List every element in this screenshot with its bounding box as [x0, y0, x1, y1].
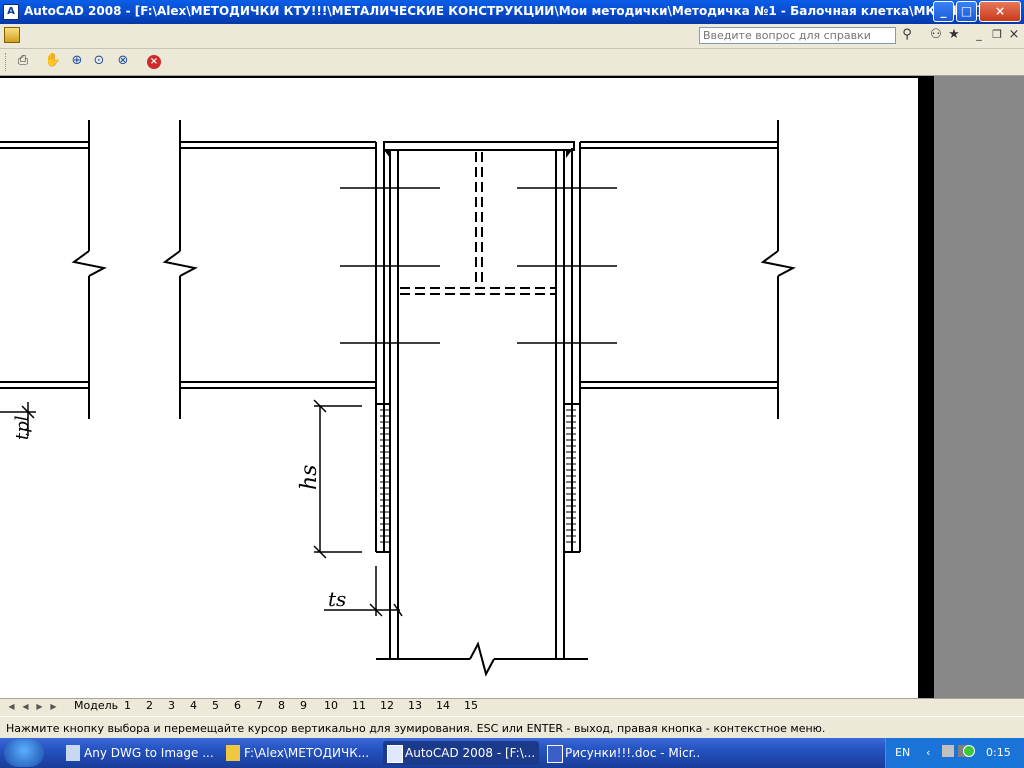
- tab-layout-12[interactable]: 12: [380, 699, 394, 714]
- last-tab-button[interactable]: ▶: [48, 700, 59, 713]
- tray-expand-icon[interactable]: ‹: [926, 746, 930, 759]
- tab-layout-5[interactable]: 5: [212, 699, 219, 714]
- folder-icon: [226, 745, 240, 761]
- tab-layout-14[interactable]: 14: [436, 699, 450, 714]
- favorites-star-icon[interactable]: ★: [945, 26, 963, 44]
- label-t-s: ts: [328, 587, 346, 611]
- tab-layout-7[interactable]: 7: [256, 699, 263, 714]
- clock[interactable]: 0:15: [986, 746, 1011, 759]
- taskbar-item-word[interactable]: Рисунки!!!.doc - Micr...: [543, 741, 699, 765]
- start-button[interactable]: [4, 739, 44, 767]
- toolbar-grip[interactable]: [5, 53, 9, 71]
- layout-tab-bar: [0, 698, 1024, 717]
- status-green-icon[interactable]: [963, 745, 975, 757]
- close-button[interactable]: ×: [979, 1, 1021, 22]
- doc-minimize-button[interactable]: _: [970, 26, 988, 44]
- window-title: AutoCAD 2008 - [F:\Alex\МЕТОДИЧКИ КТУ!!!…: [24, 4, 982, 18]
- tab-layout-11[interactable]: 11: [352, 699, 366, 714]
- help-search-icon[interactable]: ⚲: [898, 26, 916, 44]
- zoom-window-icon[interactable]: ⊙: [90, 52, 108, 70]
- zoom-realtime-icon[interactable]: ⊕: [68, 52, 86, 70]
- canvas-top-border: [0, 76, 918, 78]
- tab-model[interactable]: Модель: [74, 699, 118, 714]
- taskbar-item-any-dwg[interactable]: Any DWG to Image ...: [62, 741, 218, 765]
- steel-beam-connection-drawing: tpl hs ts: [0, 120, 796, 677]
- tab-layout-6[interactable]: 6: [234, 699, 241, 714]
- drawing-document-icon[interactable]: [4, 27, 20, 43]
- zoom-previous-icon[interactable]: ⊗: [114, 52, 132, 70]
- maximize-button[interactable]: □: [956, 1, 977, 22]
- help-search-input[interactable]: [699, 27, 896, 44]
- close-preview-icon[interactable]: ×: [147, 55, 161, 69]
- drawing-lines: [0, 120, 796, 677]
- tab-layout-4[interactable]: 4: [190, 699, 197, 714]
- doc-close-button[interactable]: ×: [1005, 26, 1023, 44]
- minimize-button[interactable]: _: [933, 1, 954, 22]
- language-indicator[interactable]: EN: [895, 746, 910, 759]
- tab-layout-15[interactable]: 15: [464, 699, 478, 714]
- tab-layout-1[interactable]: 1: [124, 699, 131, 714]
- plot-icon[interactable]: ⎙: [14, 52, 32, 70]
- pan-icon[interactable]: ✋: [44, 52, 62, 70]
- tab-layout-2[interactable]: 2: [146, 699, 153, 714]
- tab-layout-3[interactable]: 3: [168, 699, 175, 714]
- next-tab-button[interactable]: ▶: [34, 700, 45, 713]
- preview-background: [934, 76, 1024, 698]
- label-h-s: hs: [297, 465, 322, 490]
- paper-edge-shadow: [918, 76, 934, 698]
- taskbar-item-folder[interactable]: F:\Alex\МЕТОДИЧК...: [222, 741, 378, 765]
- tab-layout-8[interactable]: 8: [278, 699, 285, 714]
- autocad-app-icon[interactable]: A: [3, 4, 19, 20]
- dwg-converter-icon: [66, 745, 80, 761]
- label-t-pl: tpl: [12, 415, 33, 440]
- command-prompt-text: Нажмите кнопку выбора и перемещайте курс…: [6, 722, 826, 735]
- doc-restore-button[interactable]: ❐: [988, 26, 1006, 44]
- prev-tab-button[interactable]: ◀: [20, 700, 31, 713]
- stiffener-hatching: [380, 409, 576, 543]
- tab-layout-9[interactable]: 9: [300, 699, 307, 714]
- network-icon[interactable]: [942, 745, 954, 757]
- first-tab-button[interactable]: ◀: [6, 700, 17, 713]
- communication-center-icon[interactable]: ⚇: [927, 26, 945, 44]
- tab-layout-10[interactable]: 10: [324, 699, 338, 714]
- weld-marks: [384, 150, 572, 158]
- word-icon: [547, 745, 563, 763]
- drawing-canvas[interactable]: tpl hs ts: [0, 76, 918, 698]
- taskbar-item-autocad[interactable]: AutoCAD 2008 - [F:\...: [383, 741, 539, 765]
- autocad-icon: [387, 745, 403, 763]
- tab-layout-13[interactable]: 13: [408, 699, 422, 714]
